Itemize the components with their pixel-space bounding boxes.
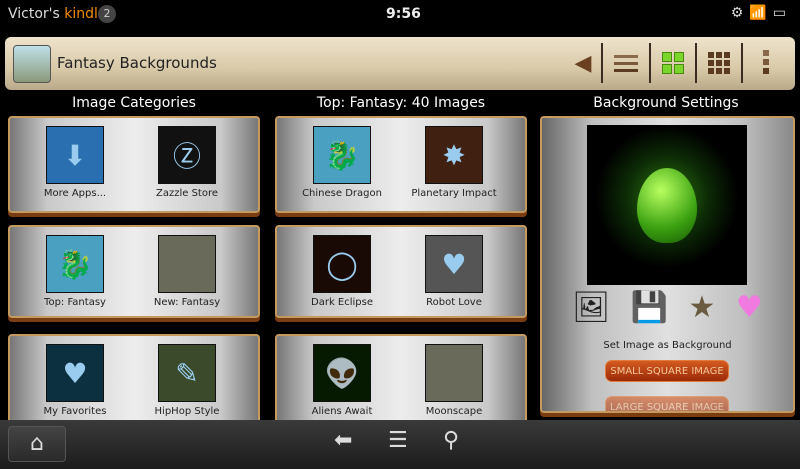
item-label: Zazzle Store [155,188,219,199]
settings-heading: Background Settings [593,95,739,111]
background-settings-panel: 🖼 💾 ★ ♥ Set Image as Background SMALL SQ… [540,116,795,413]
category-item[interactable]: 🐉 Top: Fantasy [20,235,130,308]
thumbnail: ✸ [425,126,483,184]
back-arrow-icon[interactable]: ⬅ [334,428,352,453]
image-item[interactable]: ◯ Dark Eclipse [287,235,397,308]
home-button[interactable]: ⌂ [8,426,66,462]
status-icons: ⚙📶▭ [731,5,792,21]
item-label: Planetary Impact [411,188,497,199]
thumbnail: 🐉 [313,126,371,184]
owner-name: Victor's [8,6,60,22]
small-square-image-button[interactable]: SMALL SQUARE IMAGE [605,360,729,382]
system-nav-bar: ⌂ ⬅ ☰ ⚲ [0,420,800,469]
app-icon [13,45,51,83]
star-icon[interactable]: ★ [689,290,716,325]
thumbnail-icon: ♥ [441,247,467,281]
image-item[interactable]: 🐉 Chinese Dragon [287,126,397,199]
category-item[interactable]: ✎ HipHop Style [132,344,242,417]
search-icon[interactable]: ⚲ [443,428,459,453]
grid-view-button[interactable] [651,43,695,83]
images-card: 🐉 Chinese Dragon ✸ Planetary Impact [275,116,527,213]
back-arrow-icon[interactable]: ◀ [561,43,605,83]
wifi-icon: 📶 [749,5,773,21]
category-item[interactable]: Ⓩ Zazzle Store [132,126,242,199]
thumbnail-icon: 🐉 [57,247,93,281]
item-label: HipHop Style [154,406,220,417]
small-grid-view-button[interactable] [697,43,741,83]
landscape-image-icon[interactable]: 🖼 [572,290,610,325]
thumbnail [425,344,483,402]
thumbnail-icon: Ⓩ [172,140,201,173]
divider [601,43,603,83]
image-item[interactable]: Moonscape [399,344,509,417]
categories-card: ⬇ More Apps... Ⓩ Zazzle Store [8,116,260,213]
thumbnail: ♥ [425,235,483,293]
item-label: Chinese Dragon [302,188,382,199]
images-heading: Top: Fantasy: 40 Images [316,95,486,111]
categories-heading: Image Categories [72,95,196,111]
category-item[interactable]: New: Fantasy [132,235,242,308]
thumbnail-icon: ✸ [442,138,466,172]
item-label: More Apps... [43,188,107,199]
images-card: 👽 Aliens Await Moonscape [275,334,527,424]
item-label: Top: Fantasy [44,297,106,308]
item-label: Aliens Await [311,406,373,417]
thumbnail-icon: ✎ [175,356,199,390]
large-square-image-button[interactable]: LARGE SQUARE IMAGE [605,396,729,411]
categories-card: 🐉 Top: Fantasy New: Fantasy [8,225,260,318]
gear-icon[interactable]: ⚙ [731,5,750,21]
app-title: Fantasy Backgrounds [57,54,217,72]
image-item[interactable]: ✸ Planetary Impact [399,126,509,199]
alien-image [637,167,697,243]
category-item[interactable]: ⬇ More Apps... [20,126,130,199]
thumbnail: 👽 [313,344,371,402]
thumbnail: Ⓩ [158,126,216,184]
thumbnail: 🐉 [46,235,104,293]
thumbnail-icon: 🐉 [324,138,360,172]
item-label: Moonscape [425,406,483,417]
thumbnail [158,235,216,293]
image-item[interactable]: ♥ Robot Love [399,235,509,308]
more-icon [763,50,769,74]
thumbnail: ◯ [313,235,371,293]
small-grid-icon [708,52,730,74]
status-bar: Victor's kindle 2 9:56 ⚙📶▭ [0,0,800,32]
selected-image-preview [587,125,747,285]
menu-icon[interactable]: ☰ [388,428,408,453]
image-item[interactable]: 👽 Aliens Await [287,344,397,417]
images-card: ◯ Dark Eclipse ♥ Robot Love [275,225,527,318]
set-background-label: Set Image as Background [603,340,732,351]
thumbnail-icon: 👽 [324,356,360,390]
list-view-button[interactable] [604,43,648,83]
thumbnail-icon: ♥ [62,356,88,390]
thumbnail: ⬇ [46,126,104,184]
item-label: Dark Eclipse [311,297,373,308]
save-floppy-icon[interactable]: 💾 [631,290,668,325]
divider [741,43,743,83]
clock: 9:56 [386,6,421,22]
thumbnail-icon: ◯ [326,247,358,281]
device-owner: Victor's kindle [8,6,107,22]
thumbnail: ♥ [46,344,104,402]
categories-card: ♥ My Favorites ✎ HipHop Style [8,334,260,424]
list-icon [614,55,638,72]
battery-icon: ▭ [772,5,792,21]
notification-badge[interactable]: 2 [98,5,116,23]
grid-icon [662,52,684,74]
item-label: Robot Love [426,297,482,308]
overflow-menu-button[interactable] [745,43,789,83]
add-favorite-heart-icon[interactable]: ♥ [736,290,763,325]
thumbnail: ✎ [158,344,216,402]
item-label: My Favorites [43,406,107,417]
thumbnail-icon: ⬇ [63,138,87,172]
item-label: New: Fantasy [153,297,221,308]
app-header: Fantasy Backgrounds ◀ [5,37,795,90]
category-item[interactable]: ♥ My Favorites [20,344,130,417]
